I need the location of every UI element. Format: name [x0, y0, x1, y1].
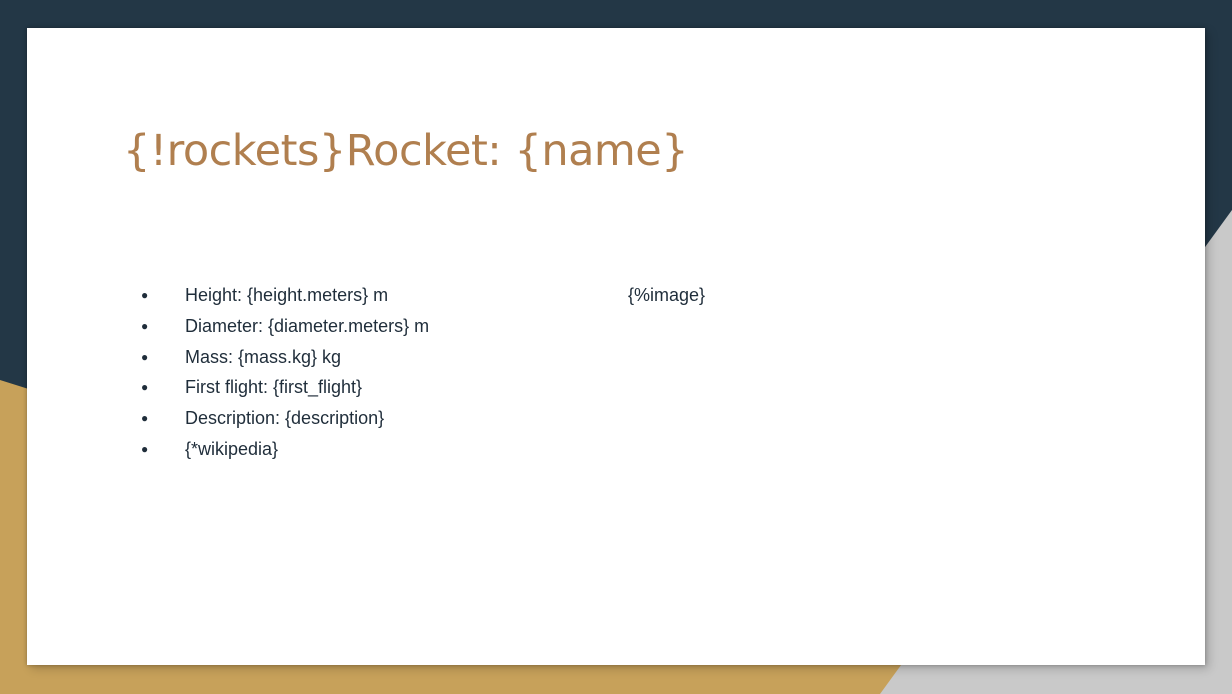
bullet-dot-icon: ●: [141, 318, 149, 333]
bullet-text: First flight: {first_flight}: [185, 377, 363, 398]
bullet-text: Mass: {mass.kg} kg: [185, 346, 342, 367]
bullet-text: Height: {height.meters} m: [185, 285, 389, 305]
bullet-dot-icon: ●: [141, 349, 149, 364]
bullet-dot-icon: ●: [141, 411, 149, 426]
bullet-item-description: ● Description: {description}: [141, 403, 429, 434]
bullet-list: ● Height: {height.meters} m ● Diameter: {d…: [141, 280, 429, 465]
bullet-dot-icon: ●: [141, 288, 149, 302]
image-placeholder: {%image}: [628, 285, 706, 305]
bullet-item-wikipedia: ● {*wikipedia}: [141, 434, 429, 465]
bullet-item-height: ● Height: {height.meters} m: [141, 280, 429, 311]
bullet-text: {*wikipedia}: [185, 438, 279, 459]
slide-title: {!rockets}Rocket: {name}: [123, 126, 689, 176]
bullet-text: Diameter: {diameter.meters} m: [185, 315, 430, 336]
bullet-item-mass: ● Mass: {mass.kg} kg: [141, 342, 429, 373]
bullet-item-diameter: ● Diameter: {diameter.meters} m: [141, 311, 429, 342]
slide-canvas: {!rockets}Rocket: {name} ● Height: {heigh…: [27, 28, 1205, 665]
bullet-dot-icon: ●: [141, 441, 149, 456]
bullet-dot-icon: ●: [141, 380, 149, 395]
bullet-item-first-flight: ● First flight: {first_flight}: [141, 372, 429, 403]
bullet-text: Description: {description}: [185, 408, 385, 429]
